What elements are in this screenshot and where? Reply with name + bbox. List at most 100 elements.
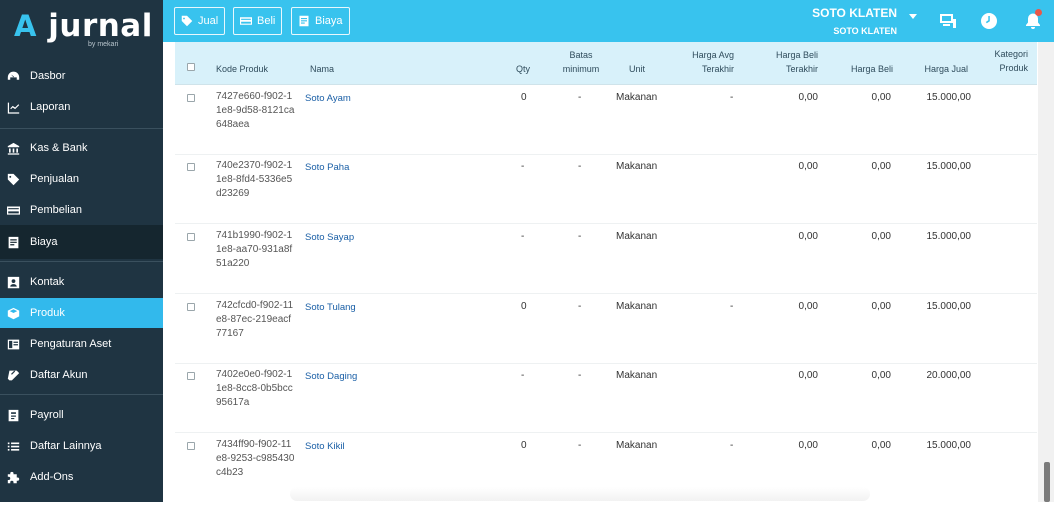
table-row[interactable]: 741b1990-f902-11e8-aa70-931a8f51a220 Soto… xyxy=(175,224,1037,294)
divider xyxy=(0,261,163,262)
row-checkbox[interactable] xyxy=(187,163,195,171)
vertical-scrollbar[interactable] xyxy=(1038,42,1054,502)
clock-icon[interactable] xyxy=(980,12,998,30)
header-batas-line1: Batas xyxy=(569,50,593,60)
sidebar-item-biaya[interactable]: Biaya xyxy=(0,225,163,259)
app-window: A jurnal by mekari Dasbor Laporan Kas & … xyxy=(0,0,1054,524)
receipt-icon xyxy=(6,235,20,249)
header-kategori-line2: Produk xyxy=(999,63,1028,73)
sidebar-item-kas-bank[interactable]: Kas & Bank xyxy=(0,135,163,161)
header-qty[interactable]: Qty xyxy=(516,63,530,75)
sidebar-item-daftar-akun[interactable]: Daftar Akun xyxy=(0,362,163,388)
header-kategori-produk[interactable]: Kategori Produk xyxy=(980,48,1028,74)
header-batas-minimum[interactable]: Batas minimum xyxy=(558,49,604,75)
product-unit: Makanan xyxy=(616,161,658,172)
row-checkbox[interactable] xyxy=(187,442,195,450)
biaya-button[interactable]: Biaya xyxy=(291,7,350,35)
divider xyxy=(0,128,163,129)
product-qty: 0 xyxy=(521,440,527,451)
sidebar-item-pengaturan-aset[interactable]: Pengaturan Aset xyxy=(0,331,163,357)
row-checkbox[interactable] xyxy=(187,372,195,380)
book-icon xyxy=(6,368,20,382)
beli-button[interactable]: Beli xyxy=(233,7,283,35)
header-harga-avg-terakhir[interactable]: Harga Avg Terakhir xyxy=(675,49,734,75)
sidebar-item-label: Daftar Akun xyxy=(30,369,88,381)
scrollbar-thumb[interactable] xyxy=(1044,462,1050,502)
logo[interactable]: A jurnal by mekari xyxy=(14,6,154,50)
product-harga-jual: 15.000,00 xyxy=(926,92,972,103)
table-row[interactable]: 7427e660-f902-11e8-9d58-8121ca648aea Soto… xyxy=(175,85,1037,155)
product-harga-jual: 15.000,00 xyxy=(926,231,972,242)
header-avg-line2: Terakhir xyxy=(701,64,734,74)
settings-icon[interactable] xyxy=(939,12,957,30)
header-batas-line2: minimum xyxy=(562,64,600,74)
product-harga-beli: 0,00 xyxy=(871,301,891,312)
chevron-down-icon[interactable] xyxy=(909,14,917,19)
product-unit: Makanan xyxy=(616,370,658,381)
table-row[interactable]: 7402e0e0-f902-11e8-8cc8-0b5bcc95617a Soto… xyxy=(175,363,1037,433)
product-code: 741b1990-f902-11e8-aa70-931a8f51a220 xyxy=(216,230,293,269)
jual-button[interactable]: Jual xyxy=(174,7,226,35)
header-harga-jual[interactable]: Harga Jual xyxy=(910,63,968,75)
row-checkbox[interactable] xyxy=(187,303,195,311)
product-qty: 0 xyxy=(521,92,527,103)
product-harga-beli-terakhir: 0,00 xyxy=(798,370,818,381)
top-bar: Jual Beli Biaya SOTO KLATEN SOTO KLATEN xyxy=(163,0,1054,42)
notification-badge xyxy=(1035,9,1042,16)
product-harga-beli: 0,00 xyxy=(871,161,891,172)
sidebar-item-label: Produk xyxy=(30,307,65,319)
header-kode-produk[interactable]: Kode Produk xyxy=(216,63,268,75)
sidebar-item-penjualan[interactable]: Penjualan xyxy=(0,166,163,192)
sidebar-item-kontak[interactable]: Kontak xyxy=(0,269,163,295)
product-code: 7427e660-f902-11e8-9d58-8121ca648aea xyxy=(216,91,295,130)
sidebar-item-add-ons[interactable]: Add-Ons xyxy=(0,464,163,490)
product-name-link[interactable]: Soto Tulang xyxy=(305,302,356,313)
sidebar-item-laporan[interactable]: Laporan xyxy=(0,94,163,120)
product-harga-beli-terakhir: 0,00 xyxy=(798,161,818,172)
product-harga-jual: 15.000,00 xyxy=(926,161,972,172)
product-name-link[interactable]: Soto Ayam xyxy=(305,93,351,104)
chart-icon xyxy=(6,100,20,114)
sidebar-item-dasbor[interactable]: Dasbor xyxy=(0,63,163,89)
header-harga-beli[interactable]: Harga Beli xyxy=(840,63,893,75)
sidebar-item-payroll[interactable]: Payroll xyxy=(0,402,163,428)
row-checkbox[interactable] xyxy=(187,94,195,102)
sidebar-item-label: Laporan xyxy=(30,101,71,113)
product-batas-minimum: - xyxy=(578,301,582,312)
header-harga-beli-terakhir[interactable]: Harga Beli Terakhir xyxy=(755,49,818,75)
product-qty: 0 xyxy=(521,301,527,312)
header-kategori-line1: Kategori xyxy=(994,49,1028,59)
table-header: Kode Produk Nama Qty Batas minimum Unit … xyxy=(175,42,1037,85)
company-switcher[interactable]: SOTO KLATEN SOTO KLATEN xyxy=(812,6,897,36)
header-unit[interactable]: Unit xyxy=(629,63,645,75)
logo-subtitle: by mekari xyxy=(88,41,119,48)
table-row[interactable]: 742cfcd0-f902-11e8-87ec-219eacf77167 Soto… xyxy=(175,294,1037,364)
row-checkbox[interactable] xyxy=(187,233,195,241)
header-beli-terakhir-line1: Harga Beli xyxy=(775,50,818,60)
product-table: Kode Produk Nama Qty Batas minimum Unit … xyxy=(163,42,1054,502)
header-nama[interactable]: Nama xyxy=(310,63,334,75)
product-name-link[interactable]: Soto Paha xyxy=(305,162,349,173)
product-name-link[interactable]: Soto Kikil xyxy=(305,441,345,452)
product-harga-avg: - xyxy=(730,301,734,312)
table-row[interactable]: 740e2370-f902-11e8-8fd4-5336e5d23269 Soto… xyxy=(175,154,1037,224)
payroll-icon xyxy=(6,408,20,422)
jual-button-label: Jual xyxy=(198,15,219,27)
product-harga-jual: 15.000,00 xyxy=(926,301,972,312)
product-batas-minimum: - xyxy=(578,92,582,103)
contact-icon xyxy=(6,275,20,289)
product-qty: - xyxy=(521,370,525,381)
sidebar-item-pembelian[interactable]: Pembelian xyxy=(0,197,163,223)
select-all-checkbox[interactable] xyxy=(187,63,195,71)
biaya-button-label: Biaya xyxy=(315,15,343,27)
sidebar-item-label: Kontak xyxy=(30,276,65,288)
sidebar-item-label: Pembelian xyxy=(30,204,82,216)
product-unit: Makanan xyxy=(616,440,658,451)
tag-icon xyxy=(6,172,20,186)
sidebar-item-daftar-lainnya[interactable]: Daftar Lainnya xyxy=(0,433,163,459)
product-name-link[interactable]: Soto Daging xyxy=(305,371,357,382)
sidebar-item-produk[interactable]: Produk xyxy=(0,298,163,328)
list-icon xyxy=(6,439,20,453)
header-avg-line1: Harga Avg xyxy=(692,50,734,60)
product-name-link[interactable]: Soto Sayap xyxy=(305,232,354,243)
